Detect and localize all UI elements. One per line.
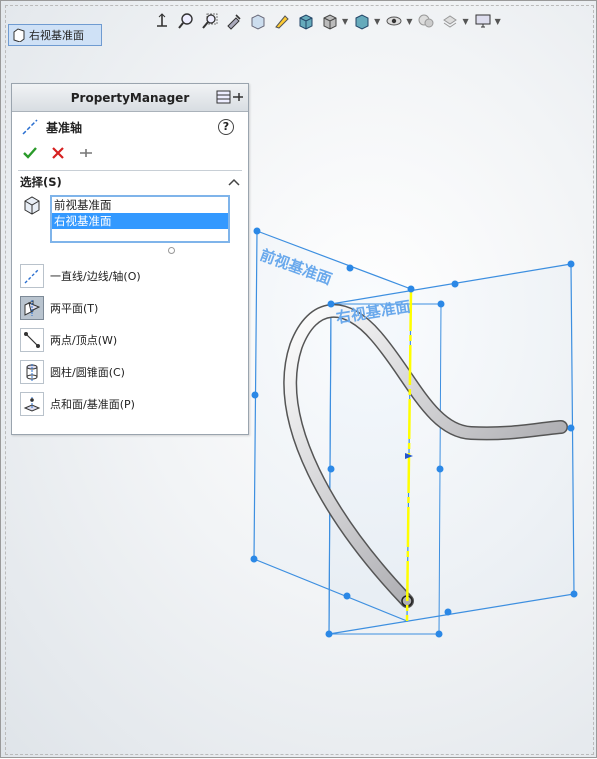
panel-layout-icon[interactable]: [216, 90, 232, 104]
plane-icon: [13, 28, 25, 42]
option-label: 圆柱/圆锥面(C): [50, 366, 125, 379]
list-item[interactable]: 右视基准面: [52, 213, 228, 229]
graphics-area[interactable]: 前视基准面 右视基准面 ▼ ▼ ▼ ▼ ▼ 右视基准面 PropertyMana…: [0, 0, 597, 758]
chevron-up-icon[interactable]: [228, 178, 240, 186]
chevron-down-icon[interactable]: ▼: [342, 17, 348, 26]
point-face-icon: [20, 392, 44, 416]
two-planes-icon: [20, 296, 44, 320]
line-edge-axis-icon: [20, 264, 44, 288]
option-two-points[interactable]: 两点/顶点(W): [12, 324, 248, 356]
property-manager-title: PropertyManager: [70, 90, 190, 105]
edit-appearance-icon[interactable]: [383, 10, 405, 32]
tab-label: 右视基准面: [29, 29, 84, 42]
normal-to-icon[interactable]: [151, 10, 173, 32]
ok-button[interactable]: [20, 143, 40, 163]
heads-up-view-toolbar: ▼ ▼ ▼ ▼ ▼: [151, 9, 504, 33]
feature-title: 基准轴: [46, 120, 83, 135]
resize-grip[interactable]: [168, 247, 175, 254]
selection-listbox[interactable]: 前视基准面 右视基准面: [50, 195, 230, 243]
zoom-area-icon[interactable]: [199, 10, 221, 32]
display-style-icon[interactable]: [319, 10, 341, 32]
pin-icon[interactable]: [232, 90, 244, 104]
previous-view-icon[interactable]: [223, 10, 245, 32]
monitor-icon[interactable]: [472, 10, 494, 32]
selection-row: 前视基准面 右视基准面: [12, 193, 248, 254]
dynamic-annotation-icon[interactable]: [271, 10, 293, 32]
option-two-planes[interactable]: 两平面(T): [12, 292, 248, 324]
option-point-face[interactable]: 点和面/基准面(P): [12, 388, 248, 420]
feature-title-row: 基准轴 ?: [12, 112, 248, 142]
selection-section-header[interactable]: 选择(S): [12, 171, 248, 193]
chevron-down-icon[interactable]: ▼: [406, 17, 412, 26]
action-buttons: [12, 142, 248, 164]
section-view-icon[interactable]: [247, 10, 269, 32]
list-item[interactable]: 前视基准面: [52, 197, 228, 213]
property-manager-header: PropertyManager: [12, 84, 248, 112]
help-icon[interactable]: ?: [218, 119, 234, 135]
pushpin-icon: [80, 149, 92, 157]
option-label: 一直线/边线/轴(O): [50, 270, 141, 283]
option-cylinder-cone[interactable]: 圆柱/圆锥面(C): [12, 356, 248, 388]
option-line-edge-axis[interactable]: 一直线/边线/轴(O): [12, 260, 248, 292]
option-label: 点和面/基准面(P): [50, 398, 135, 411]
two-points-icon: [20, 328, 44, 352]
axis-icon: [22, 119, 38, 135]
cylinder-icon: [20, 360, 44, 384]
chevron-down-icon[interactable]: ▼: [462, 17, 468, 26]
selected-entity-tab[interactable]: 右视基准面: [8, 24, 102, 46]
reference-entities-icon: [24, 196, 40, 215]
close-icon: [52, 147, 64, 159]
view-orientation-icon[interactable]: [295, 10, 317, 32]
view-settings-icon[interactable]: [439, 10, 461, 32]
chevron-down-icon[interactable]: ▼: [374, 17, 380, 26]
option-label: 两点/顶点(W): [50, 334, 118, 347]
checkmark-icon: [23, 147, 37, 159]
option-label: 两平面(T): [50, 302, 99, 315]
apply-scene-icon[interactable]: [415, 10, 437, 32]
zoom-to-fit-icon[interactable]: [175, 10, 197, 32]
keep-visible-button[interactable]: [76, 143, 96, 163]
property-manager-panel: PropertyManager 基准轴 ? 选择(S) 前视基准面 右视基准面 …: [11, 83, 249, 435]
cancel-button[interactable]: [48, 143, 68, 163]
hide-show-icon[interactable]: [351, 10, 373, 32]
chevron-down-icon[interactable]: ▼: [495, 17, 501, 26]
section-title: 选择(S): [20, 175, 62, 189]
